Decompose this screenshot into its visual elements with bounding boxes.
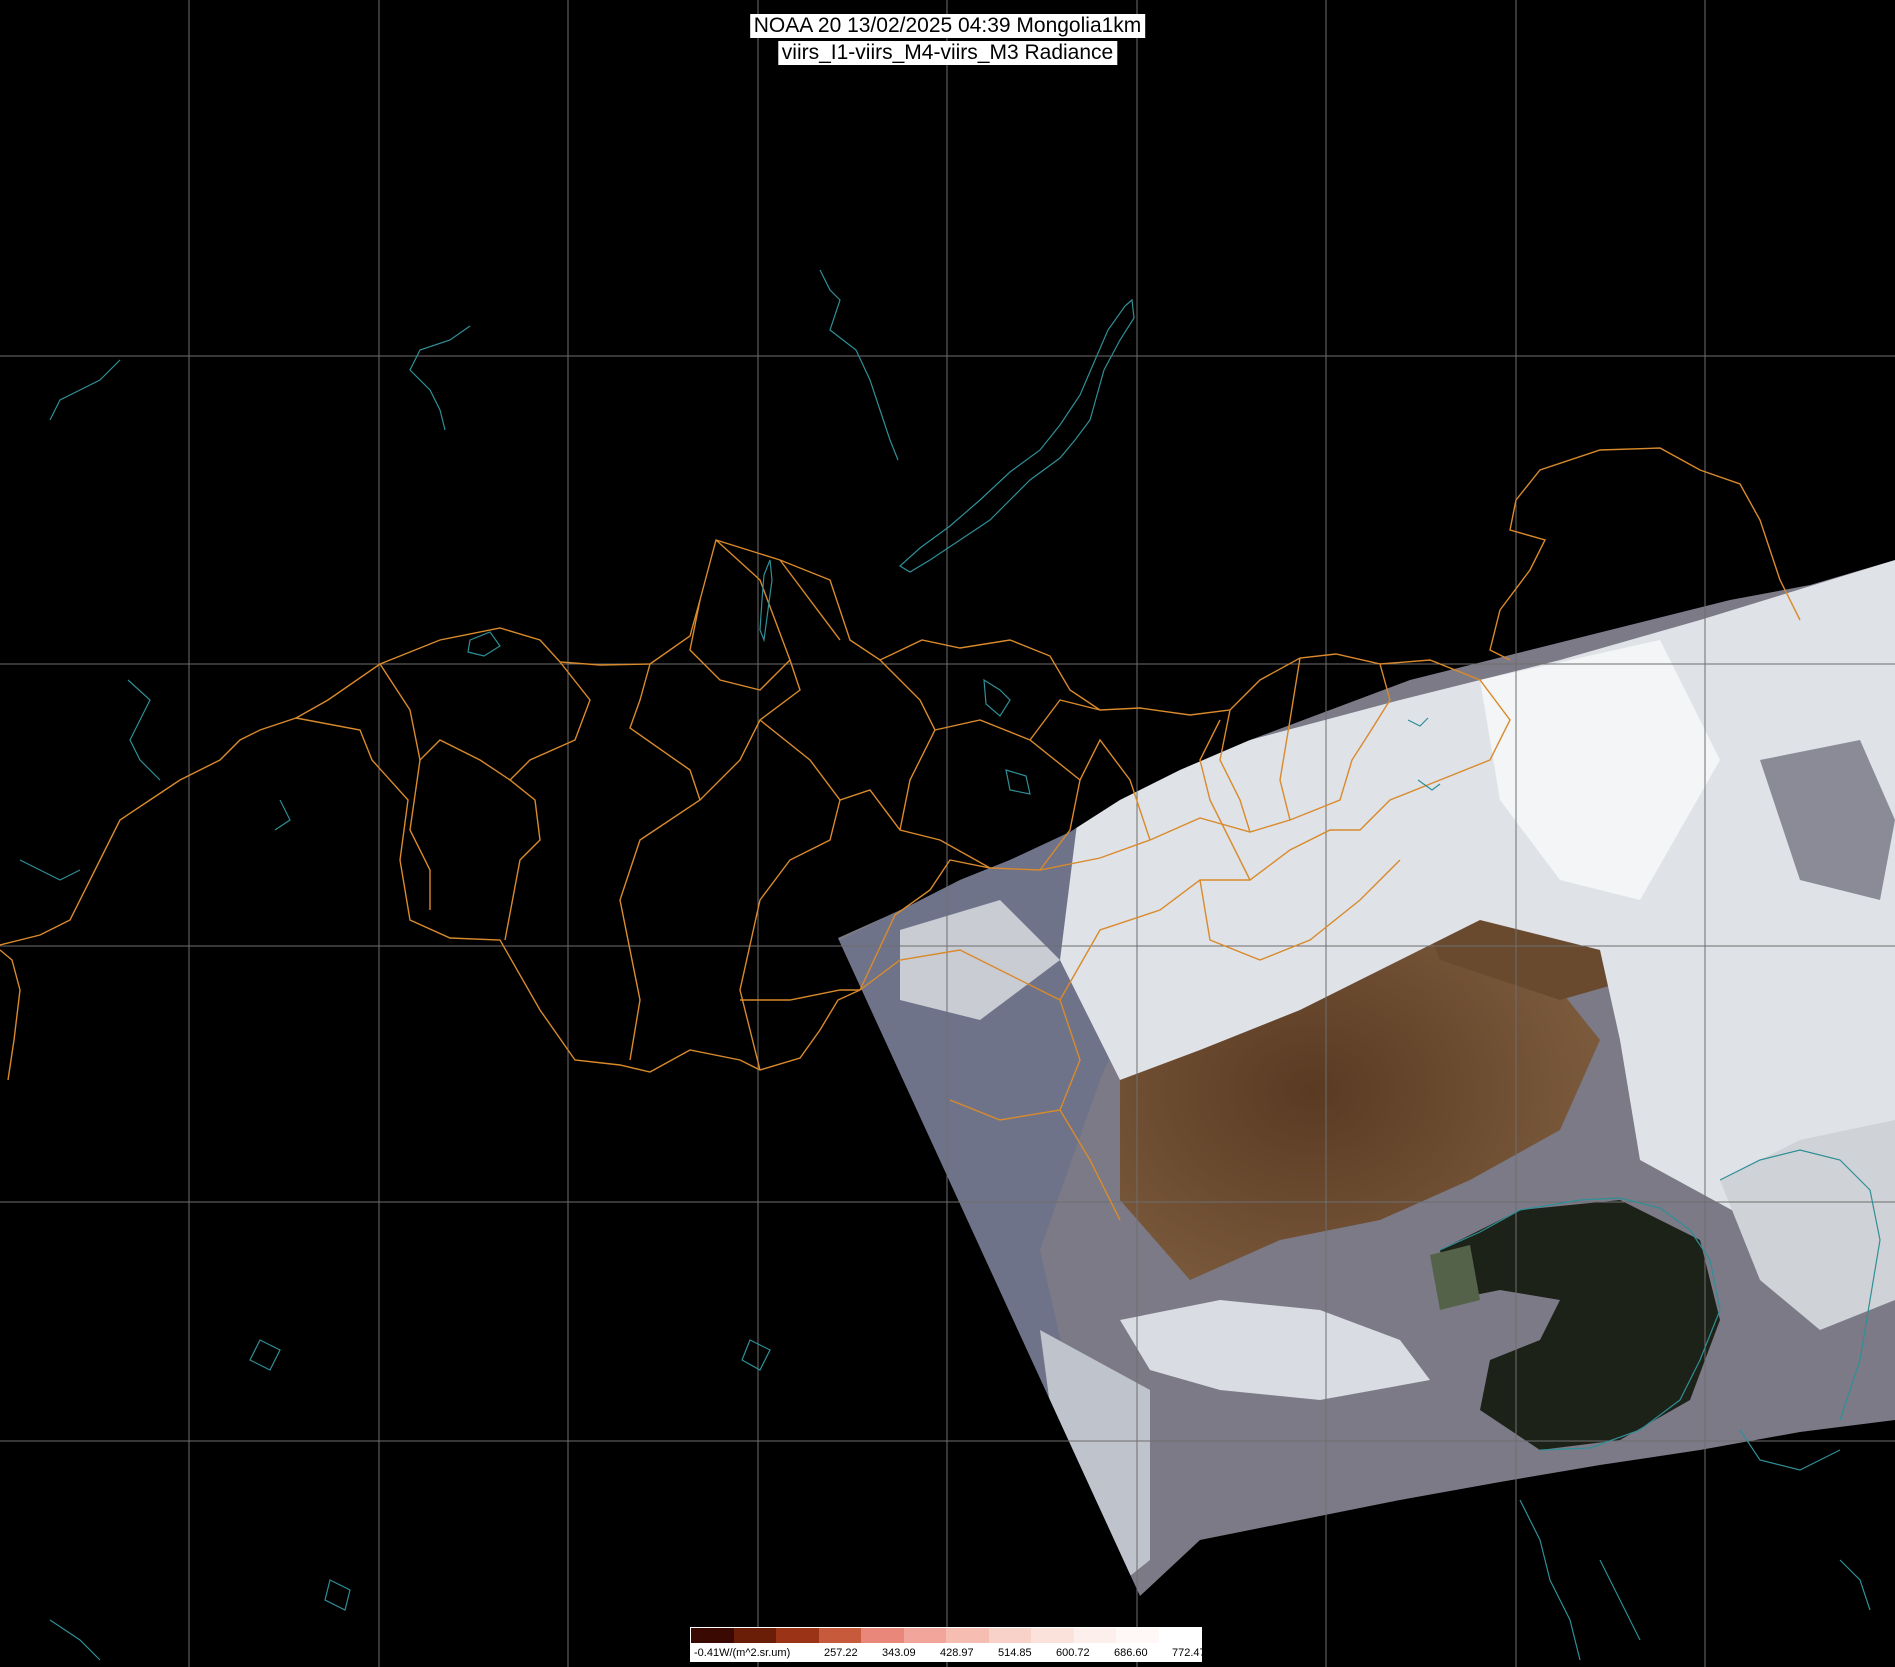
colorbar-swatch [776, 1628, 819, 1643]
colorbar-swatch [1073, 1628, 1116, 1643]
colorbar-label: 428.97 [940, 1647, 974, 1659]
colorbar-swatches [690, 1627, 1202, 1644]
colorbar-swatch [818, 1628, 861, 1643]
colorbar-swatch [691, 1628, 734, 1643]
lake-baikal [898, 298, 1135, 573]
colorbar-swatch [861, 1628, 904, 1643]
colorbar-labels: -0.41W/(m^2.sr.um) 257.22 343.09 428.97 514.… [690, 1644, 1206, 1662]
map-title-line-1: NOAA 20 13/02/2025 04:39 Mongolia1km [749, 14, 1146, 38]
colorbar-swatch [1031, 1628, 1074, 1643]
colorbar-swatch [946, 1628, 989, 1643]
uvs-lake [467, 631, 501, 657]
colorbar-label: 600.72 [1056, 1647, 1090, 1659]
colorbar-label: -0.41W/(m^2.sr.um) [694, 1647, 791, 1659]
satellite-swath-image [838, 560, 1895, 1596]
satellite-map [0, 0, 1895, 1667]
colorbar-label: 257.22 [824, 1647, 858, 1659]
map-title-line-2: viirs_I1-viirs_M4-viirs_M3 Radiance [777, 41, 1118, 65]
colorbar-label: 772.47 [1172, 1647, 1206, 1659]
colorbar-label: 686.60 [1114, 1647, 1148, 1659]
colorbar-label: 514.85 [998, 1647, 1032, 1659]
colorbar-label: 343.09 [882, 1647, 916, 1659]
colorbar-swatch [988, 1628, 1031, 1643]
colorbar-swatch [1158, 1628, 1201, 1643]
colorbar-swatch [903, 1628, 946, 1643]
colorbar-swatch [1116, 1628, 1159, 1643]
khovsgol-lake [759, 559, 773, 643]
colorbar-swatch [733, 1628, 776, 1643]
colorbar-legend: -0.41W/(m^2.sr.um) 257.22 343.09 428.97 514.… [690, 1627, 1206, 1667]
